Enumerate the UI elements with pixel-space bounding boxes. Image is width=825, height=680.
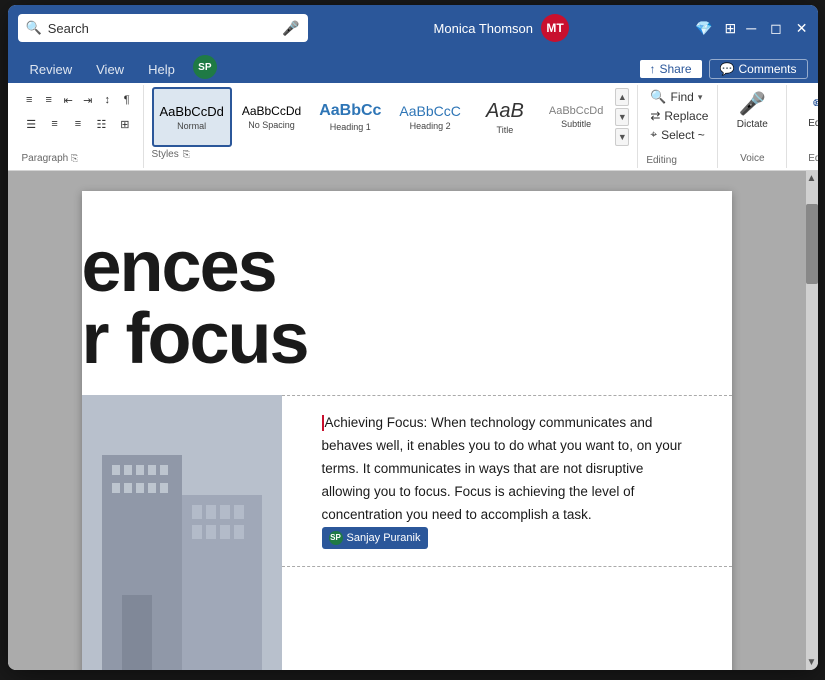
voice-group: 🎤 Dictate Voice <box>718 85 787 168</box>
heading-line1: ences <box>82 231 672 303</box>
document-page: ences r focus <box>82 191 732 670</box>
editing-group-label: Editing <box>646 153 709 166</box>
find-icon: 🔍 <box>650 89 666 105</box>
editor-button[interactable]: ✏ Editor <box>797 89 817 131</box>
style-heading1[interactable]: AaBbCc Heading 1 <box>311 87 389 147</box>
restore-button[interactable]: ◻ <box>770 20 782 37</box>
share-button[interactable]: ↑ Share <box>639 59 703 79</box>
styles-scroll-up[interactable]: ▲ <box>615 88 629 106</box>
styles-scroll-down[interactable]: ▼ <box>615 108 629 126</box>
text-column: Achieving Focus: When technology communi… <box>282 395 732 670</box>
voice-group-label: Voice <box>740 153 764 164</box>
styles-group: AaBbCcDd Normal AaBbCcDd No Spacing AaBb… <box>144 85 639 168</box>
border-btn[interactable]: ⊞ <box>115 113 134 135</box>
indent-btn-2[interactable]: ⇥ <box>80 89 96 111</box>
comment-bubble[interactable]: SPSanjay Puranik <box>322 527 428 550</box>
ribbon: ≡ ≡ ⇤ ⇥ ↕ ¶ ☰ ≡ ≡ ☷ ⊞ Paragraph ⎘ <box>8 83 818 171</box>
comment-avatar: SP <box>329 531 343 545</box>
styles-expand-icon[interactable]: ⎘ <box>183 149 190 160</box>
style-normal[interactable]: AaBbCcDd Normal <box>152 87 232 147</box>
dictate-button[interactable]: 🎤 Dictate <box>728 89 776 132</box>
editor-group-label: Editor <box>808 153 817 164</box>
gem-icon[interactable]: 💎 <box>695 20 712 37</box>
document-area: ences r focus <box>8 171 818 670</box>
pilcrow-btn[interactable]: ¶ <box>119 89 135 111</box>
find-button[interactable]: 🔍 Find ▾ <box>646 87 709 107</box>
select-button[interactable]: ⌖ Select ~ <box>646 125 709 144</box>
doc-scroll[interactable]: ences r focus <box>8 171 806 670</box>
vertical-scrollbar[interactable]: ▲ ▼ <box>806 171 818 670</box>
ribbon-tabs-row: Review View Help SP ↑ Share 💬 Comments <box>8 51 818 83</box>
shading-btn[interactable]: ☷ <box>92 113 111 135</box>
sort-btn[interactable]: ↕ <box>100 89 116 111</box>
paragraph-group: ≡ ≡ ⇤ ⇥ ↕ ¶ ☰ ≡ ≡ ☷ ⊞ Paragraph ⎘ <box>14 85 144 168</box>
styles-group-label: Styles ⎘ <box>152 147 630 160</box>
tab-help[interactable]: Help <box>136 56 187 83</box>
paragraph-group-label: Paragraph ⎘ <box>22 149 135 164</box>
tab-view[interactable]: View <box>84 56 136 83</box>
styles-expand[interactable]: ▼ <box>615 128 629 146</box>
editor-icon: ✏ <box>813 91 818 116</box>
search-box[interactable]: 🔍 🎤 <box>18 14 308 42</box>
align-right-btn[interactable]: ≡ <box>68 113 87 135</box>
find-dropdown-icon: ▾ <box>698 92 703 103</box>
list-btn-2[interactable]: ≡ <box>41 89 57 111</box>
paragraph-expand-icon[interactable]: ⎘ <box>71 153 78 163</box>
style-heading2[interactable]: AaBbCcC Heading 2 <box>391 87 468 147</box>
editor-group: ✏ Editor Editor <box>787 85 817 168</box>
title-bar-center: Monica Thomson MT <box>308 14 696 42</box>
heading-line2: r focus <box>82 303 672 375</box>
collab-avatar: SP <box>193 55 217 79</box>
close-button[interactable]: ✕ <box>796 20 808 37</box>
style-no-spacing[interactable]: AaBbCcDd No Spacing <box>234 87 309 147</box>
building-svg <box>82 395 282 670</box>
window-controls: ─ ◻ ✕ <box>746 20 807 37</box>
styles-scrollbar: ▲ ▼ ▼ <box>615 88 629 146</box>
scroll-thumb[interactable] <box>806 204 818 284</box>
editing-group: 🔍 Find ▾ ⇄ Replace ⌖ Select ~ Editing <box>638 85 718 168</box>
grid-icon[interactable]: ⊞ <box>724 20 736 37</box>
styles-row: AaBbCcDd Normal AaBbCcDd No Spacing AaBb… <box>152 87 630 147</box>
avatar: MT <box>541 14 569 42</box>
image-column <box>82 395 282 670</box>
paragraph-buttons: ≡ ≡ ⇤ ⇥ ↕ ¶ <box>22 89 135 111</box>
dotted-line-top <box>282 395 732 396</box>
align-center-btn[interactable]: ≡ <box>45 113 64 135</box>
mic-ribbon-icon: 🎤 <box>739 91 766 117</box>
page-content: Achieving Focus: When technology communi… <box>82 395 732 670</box>
heading-area: ences r focus <box>82 191 732 395</box>
dotted-line-bottom <box>282 566 732 567</box>
comments-icon: 💬 <box>720 62 735 76</box>
comments-button[interactable]: 💬 Comments <box>709 59 808 79</box>
scroll-down-arrow[interactable]: ▼ <box>806 655 818 670</box>
scroll-up-arrow[interactable]: ▲ <box>806 171 818 186</box>
share-icon: ↑ <box>650 62 656 76</box>
style-subtitle[interactable]: AaBbCcDd Subtitle <box>541 87 611 147</box>
mic-icon[interactable]: 🎤 <box>282 20 299 37</box>
indent-btn-1[interactable]: ⇤ <box>61 89 77 111</box>
list-btn-1[interactable]: ≡ <box>22 89 38 111</box>
user-name: Monica Thomson <box>434 21 533 36</box>
building-image <box>82 395 282 670</box>
title-bar-icons: 💎 ⊞ <box>695 20 736 37</box>
select-icon: ⌖ <box>650 127 657 142</box>
paragraph-buttons-2: ☰ ≡ ≡ ☷ ⊞ <box>22 113 135 135</box>
search-icon: 🔍 <box>26 20 42 36</box>
replace-icon: ⇄ <box>650 109 660 123</box>
tab-review[interactable]: Review <box>18 56 85 83</box>
search-input[interactable] <box>48 21 276 36</box>
text-cursor <box>322 415 324 431</box>
title-bar: 🔍 🎤 Monica Thomson MT 💎 ⊞ ─ ◻ ✕ <box>8 5 818 51</box>
minimize-button[interactable]: ─ <box>746 20 756 37</box>
align-left-btn[interactable]: ☰ <box>22 113 41 135</box>
app-window: 🔍 🎤 Monica Thomson MT 💎 ⊞ ─ ◻ ✕ Review V… <box>8 5 818 670</box>
style-title[interactable]: AaB Title <box>471 87 539 147</box>
replace-button[interactable]: ⇄ Replace <box>646 107 709 125</box>
paragraph-text: Achieving Focus: When technology communi… <box>322 412 692 550</box>
